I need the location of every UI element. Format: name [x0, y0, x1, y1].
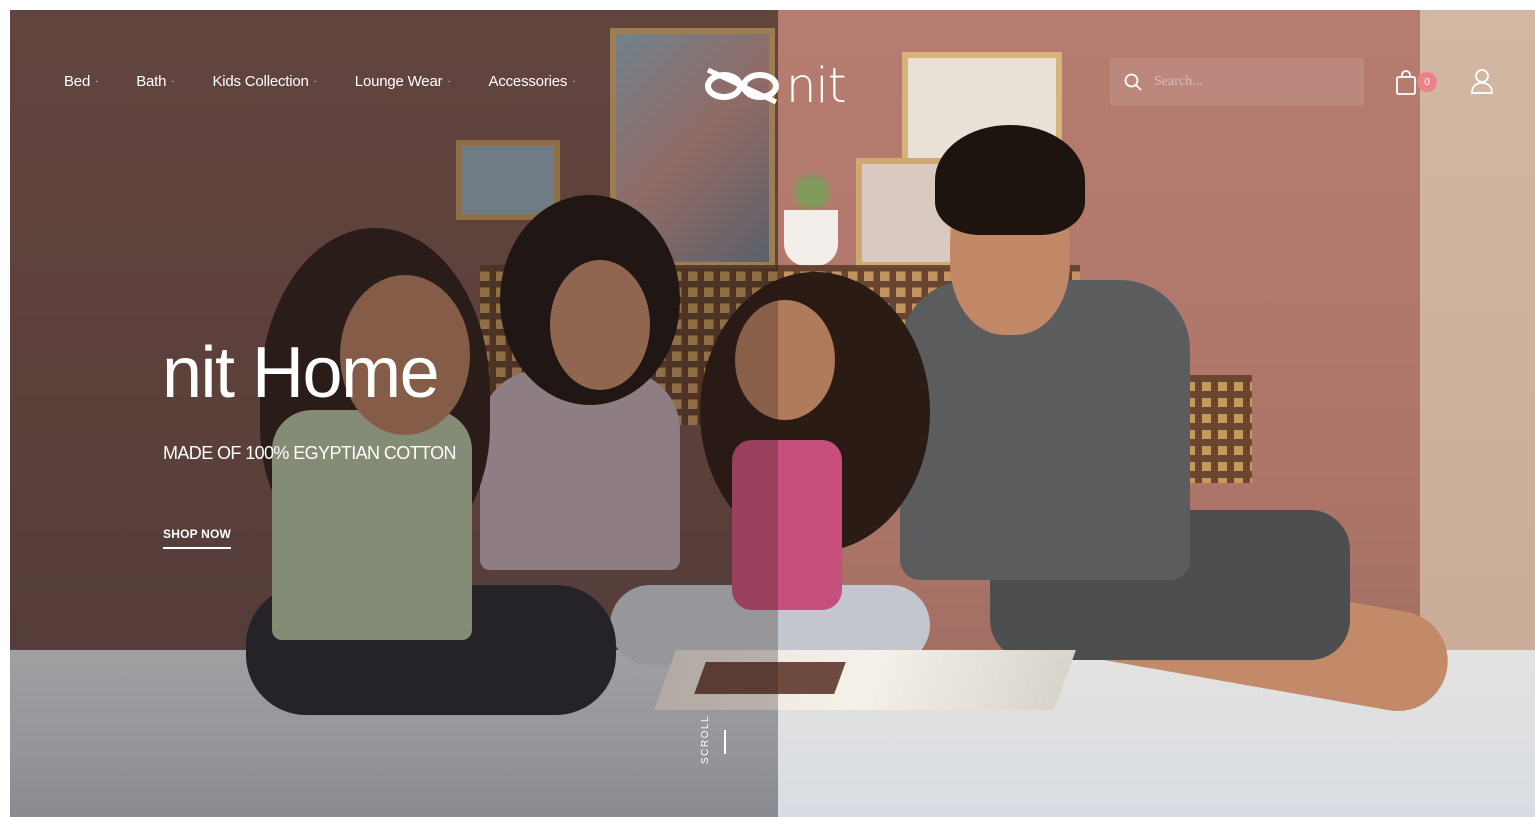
person-dad-shirt	[900, 280, 1190, 580]
hero-frame: Bed · Bath · Kids Collection · Lounge We…	[10, 10, 1535, 817]
nav-item-label: Bed	[64, 73, 91, 90]
hero-title: nit Home	[162, 333, 440, 413]
cart-count-badge: 0	[1417, 72, 1437, 92]
chevron-down-icon: ·	[95, 76, 99, 87]
nav-item-label: Accessories	[488, 73, 568, 90]
search-icon	[1124, 73, 1142, 91]
site-logo[interactable]: nit	[702, 56, 862, 116]
nav-item-bed[interactable]: Bed ·	[64, 73, 98, 90]
shop-now-button[interactable]: SHOP NOW	[163, 527, 232, 549]
nav-item-lounge-wear[interactable]: Lounge Wear ·	[355, 73, 451, 90]
nav-item-label: Kids Collection	[212, 73, 309, 90]
main-nav: Bed · Bath · Kids Collection · Lounge We…	[64, 73, 613, 90]
plant-pot	[784, 210, 838, 266]
chevron-down-icon: ·	[171, 76, 175, 87]
oxo-knot-logo-icon	[705, 67, 779, 105]
user-icon	[1471, 69, 1493, 94]
shopping-bag-icon	[1396, 70, 1416, 95]
chevron-down-icon: ·	[447, 76, 451, 87]
account-button[interactable]	[1470, 68, 1494, 96]
nav-item-label: Bath	[136, 73, 167, 90]
chevron-down-icon: ·	[572, 76, 576, 87]
nav-item-label: Lounge Wear	[354, 73, 443, 90]
scroll-label: SCROLL	[700, 714, 711, 764]
logo-wordmark: nit	[786, 58, 847, 114]
scroll-indicator[interactable]: SCROLL	[696, 708, 726, 768]
nav-item-accessories[interactable]: Accessories ·	[489, 73, 576, 90]
scroll-line	[724, 730, 726, 754]
cart-button[interactable]: 0	[1395, 70, 1437, 100]
chevron-down-icon: ·	[313, 76, 317, 87]
search-box[interactable]	[1110, 58, 1364, 106]
site-header: Bed · Bath · Kids Collection · Lounge We…	[10, 10, 1535, 160]
search-input[interactable]	[1154, 74, 1344, 90]
nav-item-bath[interactable]: Bath ·	[136, 73, 174, 90]
hero-subtitle: MADE OF 100% EGYPTIAN COTTON	[163, 443, 457, 463]
plant-leaves	[790, 170, 834, 214]
nav-item-kids-collection[interactable]: Kids Collection ·	[212, 73, 317, 90]
